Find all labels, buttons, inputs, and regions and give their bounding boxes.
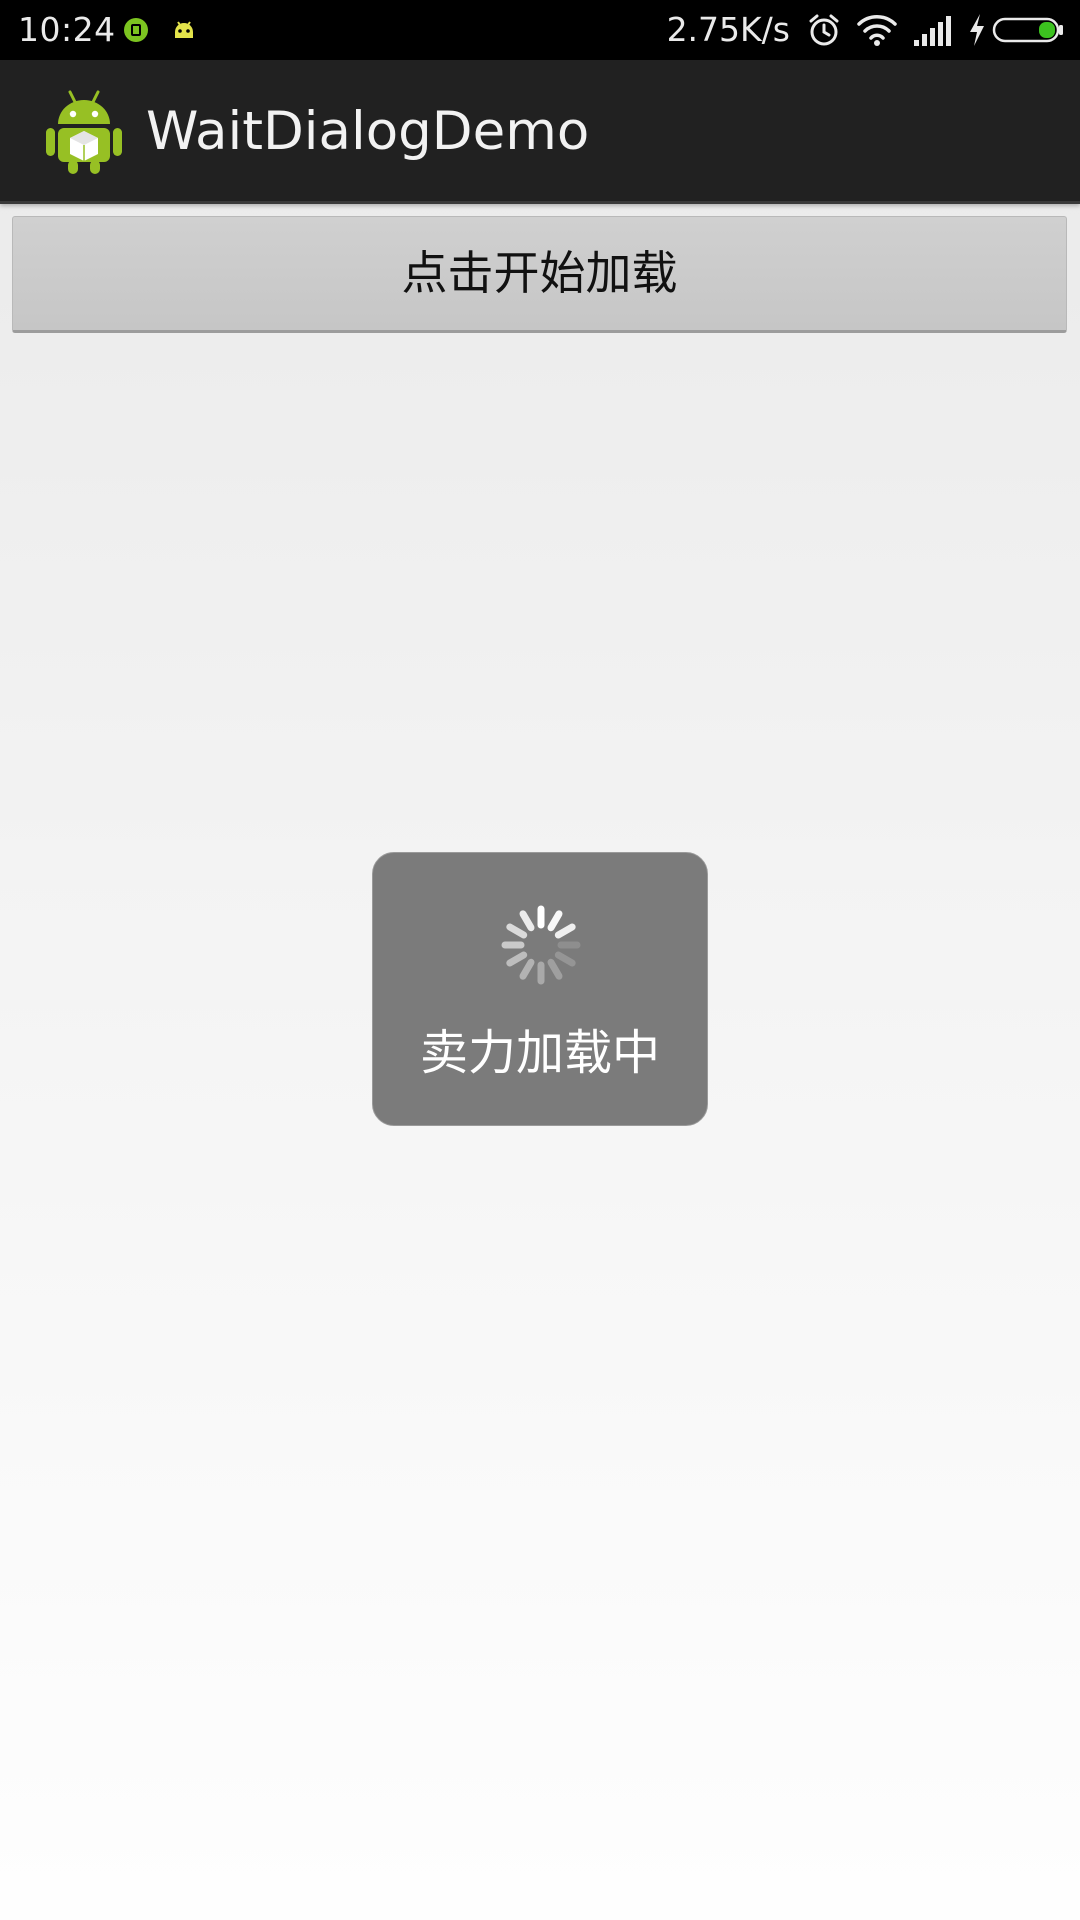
action-bar: WaitDialogDemo <box>0 60 1080 204</box>
battery-icon <box>992 17 1063 43</box>
android-debug-icon <box>124 18 148 42</box>
start-loading-button[interactable]: 点击开始加载 <box>12 216 1067 333</box>
status-time: 10:24 <box>18 10 116 49</box>
android-app-icon <box>46 90 122 174</box>
loading-spinner-icon <box>501 905 581 985</box>
charging-icon <box>970 14 984 46</box>
alarm-icon <box>809 14 839 46</box>
app-title: WaitDialogDemo <box>146 101 590 162</box>
wifi-icon <box>857 15 897 46</box>
network-speed: 2.75K/s <box>666 10 790 49</box>
status-bar: 10:24 2.75K/s <box>0 0 1080 60</box>
android-notification-icon <box>175 21 193 38</box>
loading-message: 卖力加载中 <box>419 1025 660 1081</box>
wait-dialog: 卖力加载中 <box>372 852 708 1126</box>
signal-icon <box>914 16 951 46</box>
